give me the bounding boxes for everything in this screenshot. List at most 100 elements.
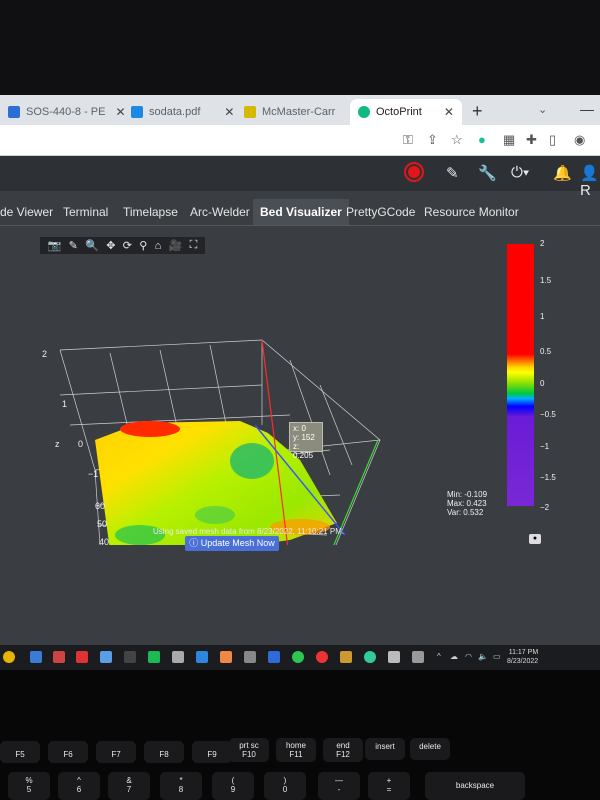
z-tick: 0 xyxy=(78,439,83,449)
bell-icon[interactable]: 🔔 xyxy=(553,164,572,182)
colorbar-tick: −1 xyxy=(540,442,550,451)
zoom-icon[interactable]: 🔍 xyxy=(85,239,99,252)
wrench-icon[interactable]: 🔧 xyxy=(478,164,497,182)
info-icon: ⓘ xyxy=(189,538,201,548)
fullscreen-icon[interactable]: ⛶ xyxy=(190,239,198,252)
new-tab-button[interactable]: + xyxy=(472,101,483,122)
record-icon[interactable] xyxy=(404,162,424,182)
app-icon[interactable] xyxy=(244,651,256,663)
colorbar-tick: 1.5 xyxy=(540,276,552,285)
sidepanel-icon[interactable]: ▯ xyxy=(549,132,556,148)
app-icon[interactable] xyxy=(364,651,376,663)
app-icon[interactable] xyxy=(30,651,42,663)
taskbar: ^ ☁ ◠ 🔈 ▭ 11:17 PM 8/23/2022 xyxy=(0,645,600,670)
app-icon[interactable] xyxy=(172,651,184,663)
tab-prettygcode[interactable]: PrettyGCode xyxy=(339,199,422,225)
tab-arc-welder[interactable]: Arc-Welder xyxy=(183,199,257,225)
settings-icon[interactable] xyxy=(388,651,400,663)
tray-icon[interactable]: ☁ xyxy=(450,652,458,661)
profile-icon[interactable]: ◉ xyxy=(574,132,585,148)
mesh-green-region xyxy=(195,506,235,524)
document-icon xyxy=(8,106,20,118)
wifi-icon[interactable]: ◠ xyxy=(465,652,472,661)
tooltip-y: y: 152 xyxy=(293,433,315,442)
camera-icon[interactable]: 📷 xyxy=(48,239,62,252)
key-backspace: backspace xyxy=(425,772,525,800)
extension-icon[interactable]: ▦ xyxy=(503,132,515,148)
stat-max: Max: 0.423 xyxy=(447,499,487,508)
key-delete: delete xyxy=(410,738,450,760)
z-tick: −1 xyxy=(88,469,98,479)
star-icon[interactable]: ☆ xyxy=(451,132,463,148)
volume-icon[interactable]: 🔈 xyxy=(478,652,488,661)
close-icon[interactable]: ✕ xyxy=(444,105,454,119)
video-icon[interactable]: 🎥 xyxy=(169,239,183,252)
turntable-icon[interactable]: ⚲ xyxy=(139,239,147,252)
chevron-up-icon[interactable]: ^ xyxy=(437,652,441,661)
browser-tab-bar: SOS-440-8 - PE ✕ sodata.pdf ✕ McMaster-C… xyxy=(0,95,600,125)
grammarly-icon[interactable]: ● xyxy=(478,132,486,147)
puzzle-icon[interactable]: ✚ xyxy=(526,132,537,148)
tab-octoprint[interactable]: OctoPrint ✕ xyxy=(350,99,462,125)
close-icon[interactable]: ✕ xyxy=(224,105,234,119)
tab-label: SOS-440-8 - PE xyxy=(26,106,106,118)
mesh-green-region xyxy=(230,443,274,479)
app-icon[interactable] xyxy=(148,651,160,663)
clock-time: 11:17 PM xyxy=(508,649,539,656)
share-icon[interactable]: ⇪ xyxy=(427,132,438,148)
edit-icon[interactable]: ✎ xyxy=(446,164,459,182)
app-icon[interactable] xyxy=(76,651,88,663)
tab-bed-visualizer[interactable]: Bed Visualizer xyxy=(253,199,349,225)
monitor-bezel xyxy=(0,0,600,95)
tab-mcmaster[interactable]: McMaster-Carr ✕ xyxy=(244,99,347,125)
plot-modebar: 📷 ✎ 🔍 ✥ ⟳ ⚲ ⌂ 🎥 ⛶ xyxy=(40,237,205,254)
colorbar-tick: −2 xyxy=(540,503,550,512)
home-icon[interactable]: ⌂ xyxy=(155,240,162,252)
pan-icon[interactable]: ✥ xyxy=(106,239,115,252)
app-icon[interactable] xyxy=(100,651,112,663)
colorbar-tick: 2 xyxy=(540,239,545,248)
user-icon[interactable]: 👤R xyxy=(580,164,600,199)
app-icon[interactable] xyxy=(196,651,208,663)
app-icon[interactable] xyxy=(292,651,304,663)
z-tick: 2 xyxy=(42,349,47,359)
tab-sodata[interactable]: sodata.pdf ✕ xyxy=(131,99,236,125)
minimize-button[interactable]: — xyxy=(580,101,594,117)
app-icon[interactable] xyxy=(220,651,232,663)
tab-label: sodata.pdf xyxy=(149,106,201,118)
rotate-icon[interactable]: ⟳ xyxy=(123,239,132,252)
pencil-icon[interactable]: ✎ xyxy=(69,239,78,252)
tab-gcode-viewer[interactable]: de Viewer xyxy=(0,199,60,225)
app-icon[interactable] xyxy=(412,651,424,663)
key-insert: insert xyxy=(365,738,405,760)
colorbar-tick: −1.5 xyxy=(540,473,556,482)
browser-toolbar: ⚿ ⇪ ☆ ● ▦ ✚ ▯ ◉ xyxy=(0,125,600,156)
close-icon[interactable]: ✕ xyxy=(345,105,347,119)
close-icon[interactable]: ✕ xyxy=(115,105,125,119)
tab-search-button[interactable]: ⌄ xyxy=(538,103,547,116)
tab-terminal[interactable]: Terminal xyxy=(56,199,115,225)
key-9: (9 xyxy=(212,772,254,800)
tab-timelapse[interactable]: Timelapse xyxy=(116,199,185,225)
chrome-icon[interactable] xyxy=(3,651,15,663)
camera-icon[interactable]: ● xyxy=(529,534,541,544)
x-tick: 40 xyxy=(99,537,109,545)
update-mesh-button[interactable]: ⓘ Update Mesh Now xyxy=(185,536,279,551)
app-icon[interactable] xyxy=(340,651,352,663)
tab-resource-monitor[interactable]: Resource Monitor xyxy=(417,199,526,225)
key-icon[interactable]: ⚿ xyxy=(403,132,413,148)
clock[interactable]: 11:17 PM 8/23/2022 xyxy=(507,648,538,666)
vscode-icon[interactable] xyxy=(268,651,280,663)
z-axis-label: z xyxy=(55,439,60,449)
app-icon[interactable] xyxy=(124,651,136,663)
app-icon[interactable] xyxy=(53,651,65,663)
battery-icon[interactable]: ▭ xyxy=(493,652,501,661)
colorbar-tick: −0.5 xyxy=(540,410,556,419)
tab-sos[interactable]: SOS-440-8 - PE ✕ xyxy=(8,99,126,125)
power-icon[interactable]: ⏻▾ xyxy=(511,164,529,181)
app-icon[interactable] xyxy=(316,651,328,663)
mesh-stats: Min: -0.109 Max: 0.423 Var: 0.532 xyxy=(447,490,487,517)
key-0: ) 0 xyxy=(264,772,306,800)
tooltip-x: x: 0 xyxy=(293,424,306,433)
colorbar xyxy=(507,244,534,506)
